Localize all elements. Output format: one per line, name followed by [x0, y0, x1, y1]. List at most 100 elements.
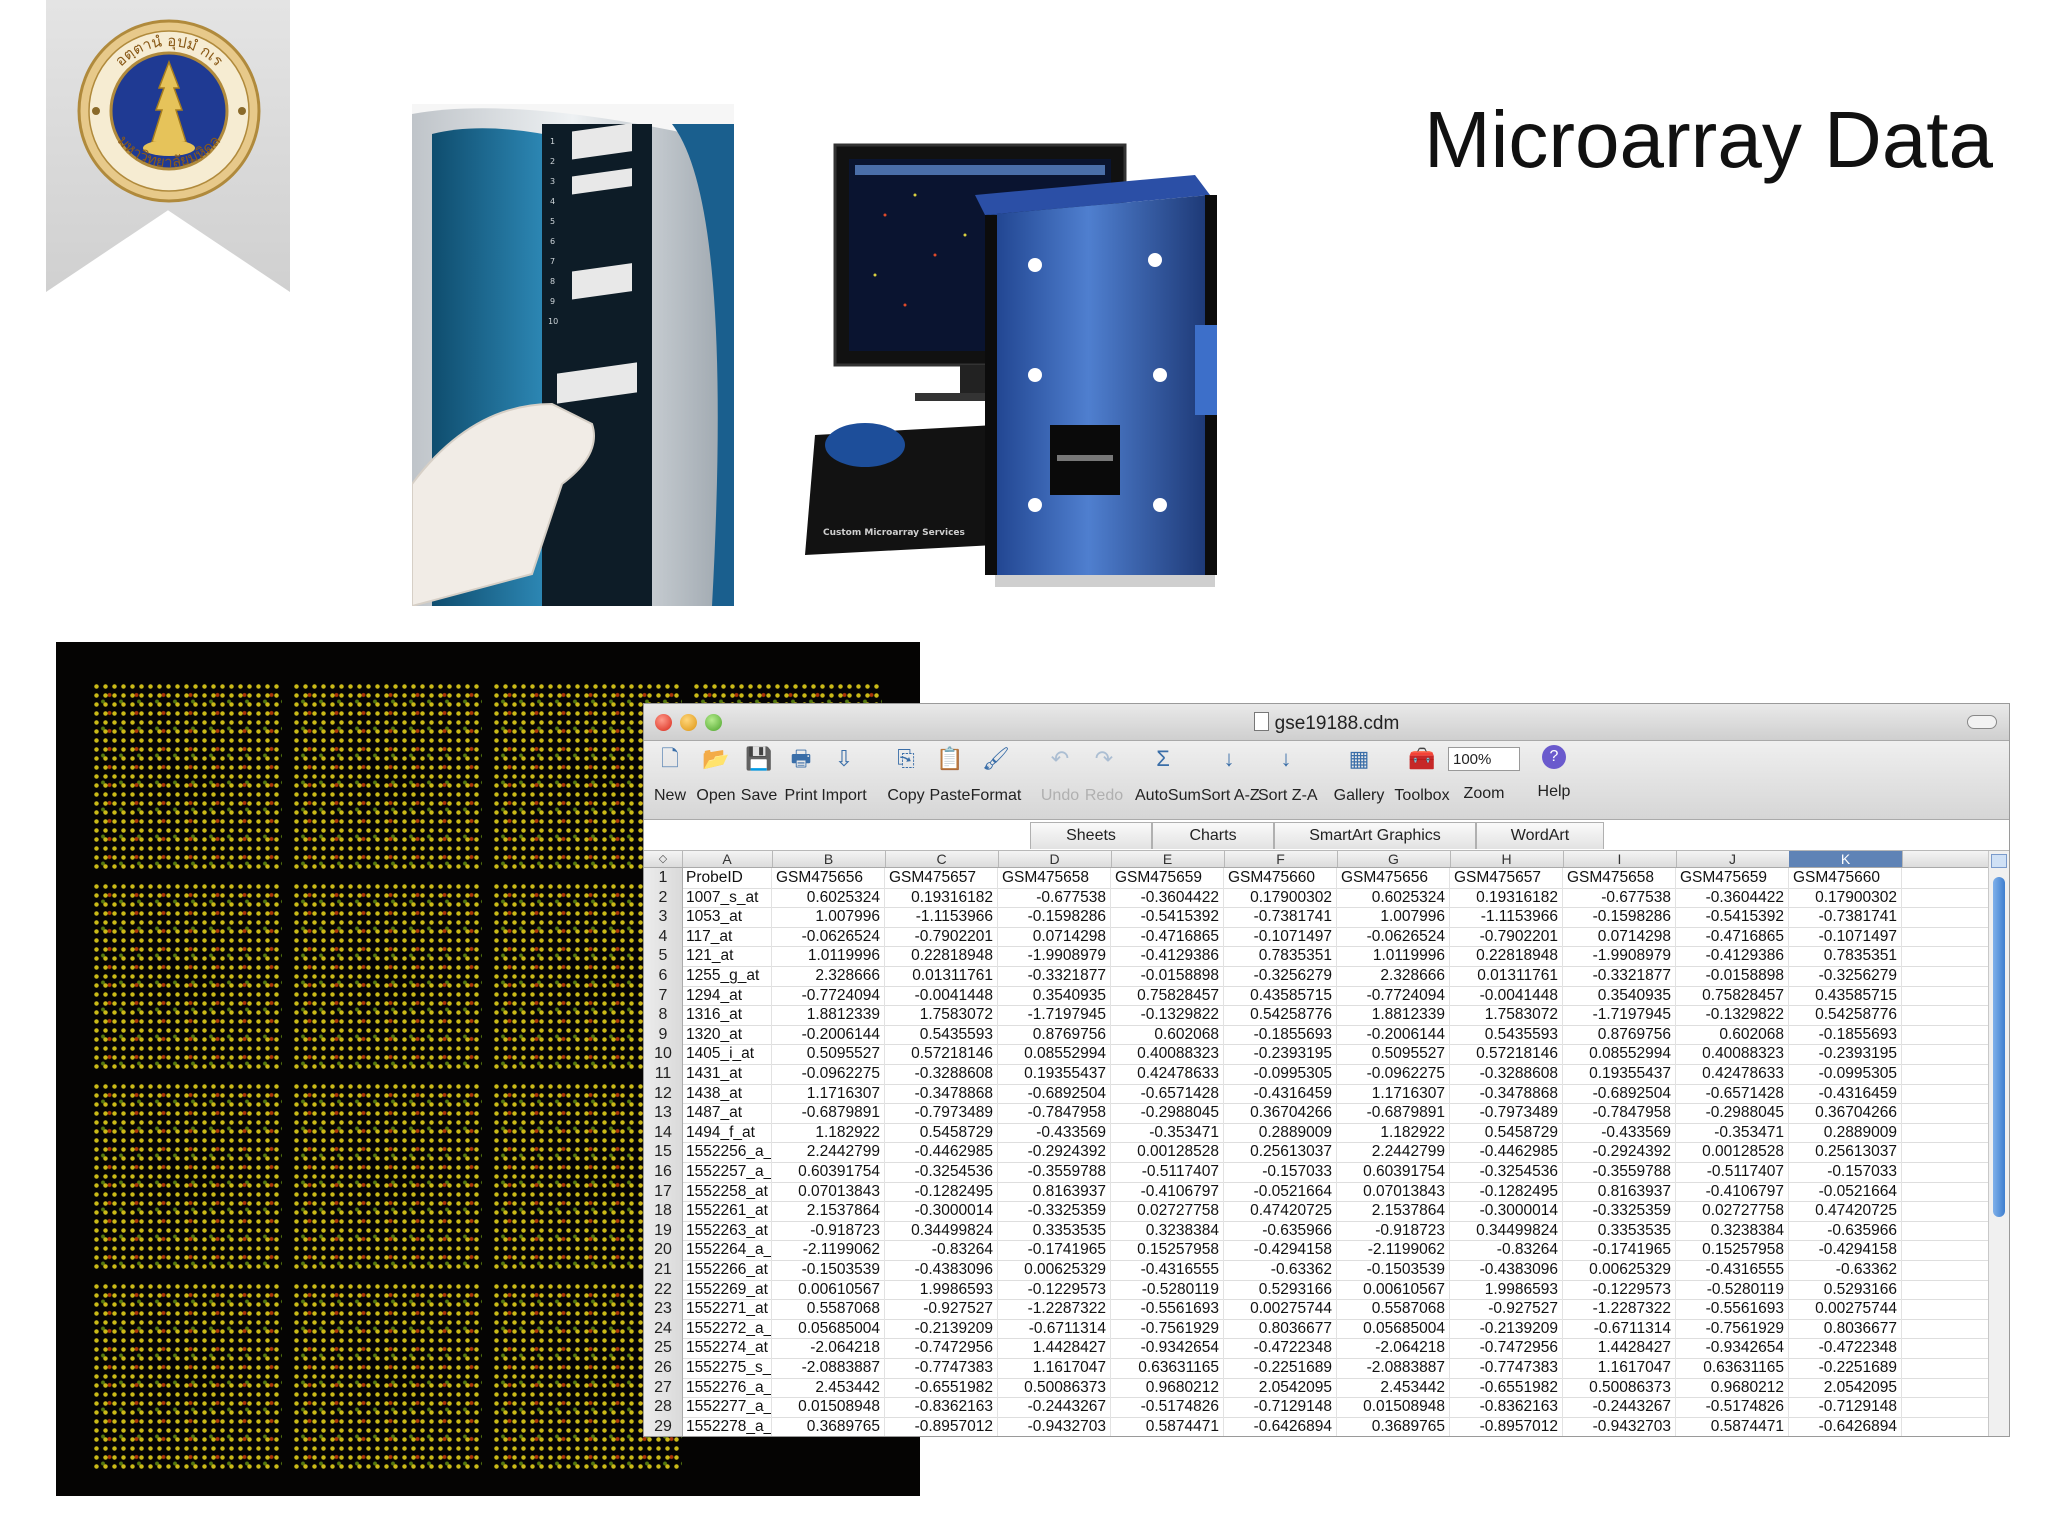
cell-j7[interactable]: 0.75828457 [1676, 985, 1789, 1006]
cell-k21[interactable]: -0.63362 [1789, 1260, 1902, 1280]
toolbar-zoom-button[interactable]: 100% Zoom [1444, 745, 1524, 803]
cell-b12[interactable]: 1.1716307 [772, 1083, 885, 1104]
cell-h8[interactable]: 1.7583072 [1450, 1005, 1563, 1025]
cell-k6[interactable]: -0.3256279 [1789, 966, 1902, 986]
cell-k13[interactable]: 0.36704266 [1789, 1103, 1902, 1123]
column-header-i[interactable]: I [1563, 851, 1677, 867]
cell-d2[interactable]: -0.677538 [998, 887, 1111, 908]
row-number[interactable]: 24 [644, 1318, 683, 1339]
cell-c11[interactable]: -0.3288608 [885, 1064, 998, 1084]
cell-i21[interactable]: 0.00625329 [1563, 1260, 1676, 1280]
cell-h5[interactable]: 0.22818948 [1450, 946, 1563, 966]
cell-h22[interactable]: 1.9986593 [1450, 1279, 1563, 1300]
cell-d3[interactable]: -0.1598286 [998, 907, 1111, 927]
cell-c4[interactable]: -0.7902201 [885, 926, 998, 947]
row-number[interactable]: 28 [644, 1397, 683, 1417]
cell-c22[interactable]: 1.9986593 [885, 1279, 998, 1300]
cell-j24[interactable]: -0.7561929 [1676, 1318, 1789, 1339]
cell-i23[interactable]: -1.2287322 [1563, 1299, 1676, 1319]
cell-c2[interactable]: 0.19316182 [885, 887, 998, 908]
cell-c9[interactable]: 0.5435593 [885, 1024, 998, 1045]
cell-j3[interactable]: -0.5415392 [1676, 907, 1789, 927]
cell-g13[interactable]: -0.6879891 [1337, 1103, 1450, 1123]
cell-f24[interactable]: 0.8036677 [1224, 1318, 1337, 1339]
cell-f7[interactable]: 0.43585715 [1224, 985, 1337, 1006]
cell-i14[interactable]: -0.433569 [1563, 1122, 1676, 1143]
cell-g26[interactable]: -2.0883887 [1337, 1358, 1450, 1378]
cell-k2[interactable]: 0.17900302 [1789, 887, 1902, 908]
cell-e8[interactable]: -0.1329822 [1111, 1005, 1224, 1025]
row-number[interactable]: 18 [644, 1201, 683, 1221]
row-number[interactable]: 20 [644, 1240, 683, 1260]
cell-j28[interactable]: -0.5174826 [1676, 1397, 1789, 1417]
cell-i17[interactable]: 0.8163937 [1563, 1181, 1676, 1202]
cell-g27[interactable]: 2.453442 [1337, 1377, 1450, 1398]
row-number[interactable]: 22 [644, 1279, 683, 1300]
cell-b16[interactable]: 0.60391754 [772, 1162, 885, 1182]
cell-c12[interactable]: -0.3478868 [885, 1083, 998, 1104]
cell-k5[interactable]: 0.7835351 [1789, 946, 1902, 966]
cell-f19[interactable]: -0.635966 [1224, 1220, 1337, 1241]
cell-j29[interactable]: 0.5874471 [1676, 1416, 1789, 1436]
cell-e26[interactable]: 0.63631165 [1111, 1358, 1224, 1378]
cell-e11[interactable]: 0.42478633 [1111, 1064, 1224, 1084]
cell-f27[interactable]: 2.0542095 [1224, 1377, 1337, 1398]
cell-f6[interactable]: -0.3256279 [1224, 966, 1337, 986]
cell-j22[interactable]: -0.5280119 [1676, 1279, 1789, 1300]
cell-h29[interactable]: -0.8957012 [1450, 1416, 1563, 1436]
row-number[interactable]: 14 [644, 1122, 683, 1143]
cell-i29[interactable]: -0.9432703 [1563, 1416, 1676, 1436]
cell-h3[interactable]: -1.1153966 [1450, 907, 1563, 927]
cell-d12[interactable]: -0.6892504 [998, 1083, 1111, 1104]
cell-a23[interactable]: 1552271_at [682, 1299, 772, 1319]
cell-f13[interactable]: 0.36704266 [1224, 1103, 1337, 1123]
cell-i12[interactable]: -0.6892504 [1563, 1083, 1676, 1104]
toolbar-import-button[interactable]: ⇩ Import [816, 745, 872, 805]
cell-a6[interactable]: 1255_g_at [682, 966, 772, 986]
cell-f15[interactable]: 0.25613037 [1224, 1142, 1337, 1162]
cell-c1[interactable]: GSM475657 [885, 868, 998, 888]
column-header-h[interactable]: H [1450, 851, 1564, 867]
cell-j20[interactable]: 0.15257958 [1676, 1240, 1789, 1260]
cell-d19[interactable]: 0.3353535 [998, 1220, 1111, 1241]
cell-g3[interactable]: 1.007996 [1337, 907, 1450, 927]
cell-h7[interactable]: -0.0041448 [1450, 985, 1563, 1006]
row-number[interactable]: 7 [644, 985, 683, 1006]
cell-h27[interactable]: -0.6551982 [1450, 1377, 1563, 1398]
cell-i9[interactable]: 0.8769756 [1563, 1024, 1676, 1045]
cell-e6[interactable]: -0.0158898 [1111, 966, 1224, 986]
cell-f2[interactable]: 0.17900302 [1224, 887, 1337, 908]
cell-h2[interactable]: 0.19316182 [1450, 887, 1563, 908]
cell-e17[interactable]: -0.4106797 [1111, 1181, 1224, 1202]
row-number[interactable]: 16 [644, 1162, 683, 1182]
cell-c18[interactable]: -0.3000014 [885, 1201, 998, 1221]
cell-e16[interactable]: -0.5117407 [1111, 1162, 1224, 1182]
cell-h18[interactable]: -0.3000014 [1450, 1201, 1563, 1221]
row-number[interactable]: 10 [644, 1044, 683, 1064]
cell-j25[interactable]: -0.9342654 [1676, 1338, 1789, 1358]
cell-k1[interactable]: GSM475660 [1789, 868, 1902, 888]
cell-b27[interactable]: 2.453442 [772, 1377, 885, 1398]
cell-j4[interactable]: -0.4716865 [1676, 926, 1789, 947]
cell-d1[interactable]: GSM475658 [998, 868, 1111, 888]
row-number[interactable]: 12 [644, 1083, 683, 1104]
row-number[interactable]: 17 [644, 1181, 683, 1202]
cell-d5[interactable]: -1.9908979 [998, 946, 1111, 966]
cell-i8[interactable]: -1.7197945 [1563, 1005, 1676, 1025]
cell-h12[interactable]: -0.3478868 [1450, 1083, 1563, 1104]
cell-j18[interactable]: 0.02727758 [1676, 1201, 1789, 1221]
cell-c15[interactable]: -0.4462985 [885, 1142, 998, 1162]
cell-e5[interactable]: -0.4129386 [1111, 946, 1224, 966]
cell-h24[interactable]: -0.2139209 [1450, 1318, 1563, 1339]
cell-i2[interactable]: -0.677538 [1563, 887, 1676, 908]
row-number[interactable]: 5 [644, 946, 683, 966]
cell-c17[interactable]: -0.1282495 [885, 1181, 998, 1202]
row-number[interactable]: 9 [644, 1024, 683, 1045]
cell-b7[interactable]: -0.7724094 [772, 985, 885, 1006]
cell-g2[interactable]: 0.6025324 [1337, 887, 1450, 908]
cell-c24[interactable]: -0.2139209 [885, 1318, 998, 1339]
cell-g6[interactable]: 2.328666 [1337, 966, 1450, 986]
cell-e12[interactable]: -0.6571428 [1111, 1083, 1224, 1104]
cell-b23[interactable]: 0.5587068 [772, 1299, 885, 1319]
cell-a20[interactable]: 1552264_a_at [682, 1240, 772, 1260]
